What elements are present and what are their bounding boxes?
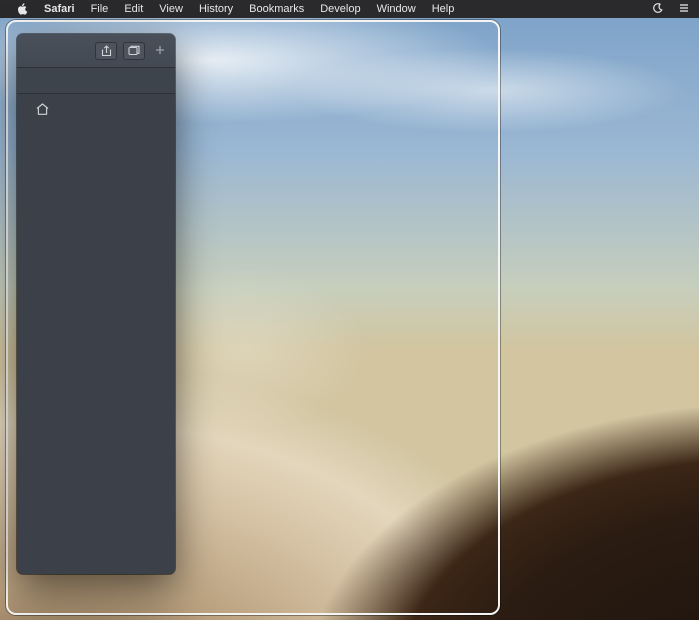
menu-view[interactable]: View xyxy=(151,0,191,18)
share-icon xyxy=(101,45,112,57)
share-button[interactable] xyxy=(95,42,117,60)
do-not-disturb-menu[interactable] xyxy=(649,0,667,18)
plus-icon xyxy=(155,42,165,60)
window-toolbar xyxy=(17,34,175,68)
new-tab-button[interactable] xyxy=(151,42,169,60)
apple-menu[interactable] xyxy=(9,3,36,15)
menu-develop[interactable]: Develop xyxy=(312,0,368,18)
apple-logo-icon xyxy=(17,3,28,15)
menu-help[interactable]: Help xyxy=(424,0,463,18)
menu-bar: Safari File Edit View History Bookmarks … xyxy=(0,0,699,18)
menu-edit[interactable]: Edit xyxy=(116,0,151,18)
menu-history[interactable]: History xyxy=(191,0,241,18)
house-icon xyxy=(35,102,50,121)
moon-icon xyxy=(652,2,664,17)
start-page-favorite[interactable] xyxy=(31,100,53,122)
notification-center-menu[interactable] xyxy=(675,0,693,18)
tabs-overview-icon xyxy=(128,45,140,56)
app-menu[interactable]: Safari xyxy=(36,0,83,18)
favorites-bar xyxy=(17,94,175,128)
safari-window[interactable] xyxy=(17,34,175,574)
safari-content-area xyxy=(17,128,175,574)
tab-strip[interactable] xyxy=(17,68,175,94)
menu-file[interactable]: File xyxy=(83,0,117,18)
list-icon xyxy=(678,2,690,17)
tab-overview-button[interactable] xyxy=(123,42,145,60)
menu-bookmarks[interactable]: Bookmarks xyxy=(241,0,312,18)
menu-window[interactable]: Window xyxy=(369,0,424,18)
